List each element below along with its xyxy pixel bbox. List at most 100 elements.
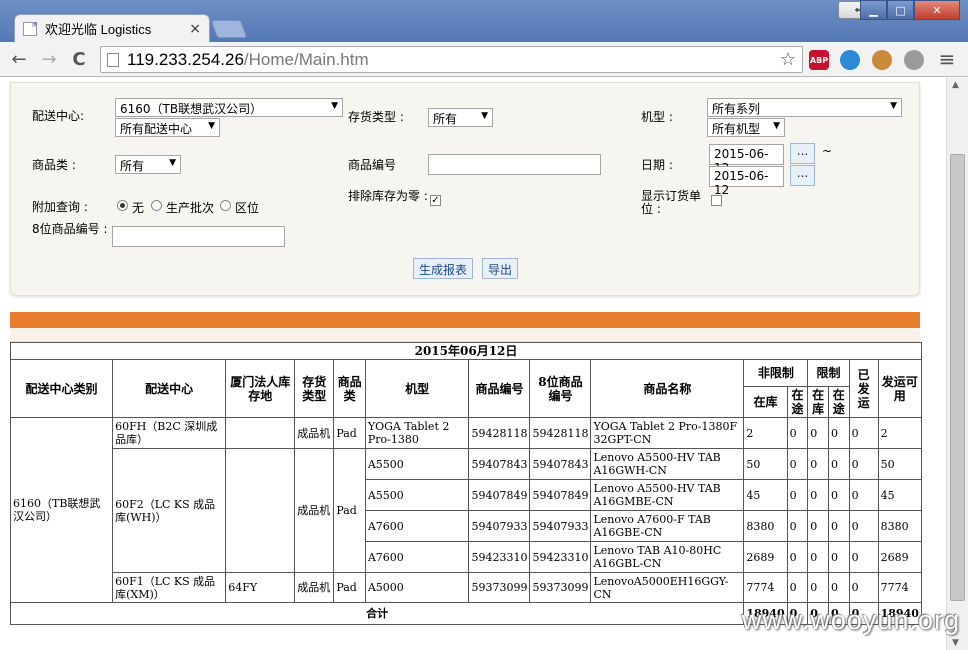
col-product-code: 商品编号	[468, 359, 531, 418]
col-available: 发运可用	[877, 359, 923, 418]
globe-icon[interactable]	[904, 50, 924, 70]
name-cell: Lenovo A5500-HV TAB A16GMBE-CN	[590, 479, 745, 511]
maximize-button[interactable]: □	[887, 0, 914, 20]
code-cell: 59407849	[468, 479, 531, 511]
radio-location-label: 区位	[235, 201, 260, 215]
date-from-picker-button[interactable]: ...	[790, 143, 815, 164]
u-stock-cell: 45	[743, 479, 788, 511]
name-cell: Lenovo A7600-F TAB A16GBE-CN	[590, 510, 745, 542]
cookie-icon[interactable]	[872, 50, 892, 70]
date-to-picker-button[interactable]: ...	[790, 165, 815, 186]
code-cell: 59423310	[468, 541, 531, 573]
extra-query-label: 附加查询 :	[32, 200, 88, 214]
shipped-cell: 0	[848, 479, 879, 511]
show-order-unit-checkbox[interactable]	[711, 195, 722, 206]
col-u-transit: 在途	[786, 386, 809, 418]
radio-none[interactable]	[117, 200, 128, 211]
bookmark-star-icon[interactable]: ☆	[780, 49, 796, 70]
page-icon	[23, 21, 37, 36]
radio-batch[interactable]	[151, 200, 162, 211]
code8-input[interactable]	[112, 226, 285, 247]
radio-none-label: 无	[132, 201, 145, 215]
dc-cell: 60F1（LC KS 成品库(XM)）	[112, 572, 227, 603]
reload-button[interactable]: C	[68, 48, 90, 70]
table-row: 60F1（LC KS 成品库(XM)） 64FY 成品机 Pad A5000 5…	[11, 572, 923, 603]
r-stock-cell: 0	[807, 448, 829, 480]
code8-cell: 59423310	[529, 541, 592, 573]
page-viewport: 配送中心: 6160（TB联想武汉公司） 所有配送中心 存货类型 : 所有 机型…	[0, 78, 946, 650]
back-button[interactable]: ←	[8, 48, 30, 70]
dc-label: 配送中心:	[32, 109, 85, 123]
code8-cell: 59428118	[529, 417, 592, 449]
u-stock-cell: 8380	[743, 510, 788, 542]
window-titlebar: 欢迎光临 Logistics × ⇔ ▁ □ ✕	[0, 0, 968, 42]
scrollbar-thumb[interactable]	[950, 154, 965, 601]
code8-label: 8位商品编号 :	[32, 222, 108, 236]
code-cell: 59407843	[468, 448, 531, 480]
export-button[interactable]: 导出	[482, 258, 519, 279]
scroll-up-icon[interactable]: ▲	[952, 80, 959, 90]
type-cell: 成品机	[294, 572, 335, 603]
code8-cell: 59407843	[529, 448, 592, 480]
r-stock-cell: 0	[807, 417, 829, 449]
new-tab-button[interactable]	[210, 20, 248, 38]
name-cell: Lenovo TAB A10-80HC A16GBL-CN	[590, 541, 745, 573]
dc-select[interactable]: 6160（TB联想武汉公司）	[115, 98, 343, 117]
name-cell: YOGA Tablet 2 Pro-1380F 32GPT-CN	[590, 417, 745, 449]
col-model: 机型	[364, 359, 470, 418]
report-subheader-bar	[10, 328, 920, 342]
category-select[interactable]: 所有	[115, 155, 181, 174]
stock-type-select[interactable]: 所有	[428, 108, 493, 127]
date-to-input[interactable]: 2015-06-12	[709, 166, 784, 197]
date-from-input[interactable]: 2015-06-12	[709, 144, 784, 175]
code-cell: 59407933	[468, 510, 531, 542]
product-code-input[interactable]	[428, 154, 601, 175]
filter-panel: 配送中心: 6160（TB联想武汉公司） 所有配送中心 存货类型 : 所有 机型…	[10, 82, 920, 296]
model-select[interactable]: 所有机型	[707, 118, 785, 137]
forward-button[interactable]: →	[38, 48, 60, 70]
code-cell: 59428118	[468, 417, 531, 449]
table-row: 60F2（LC KS 成品库(WH)） 成品机 Pad A5500 594078…	[11, 448, 923, 573]
code8-cell: 59373099	[529, 572, 592, 603]
dc-cell: 60FH（B2C 深圳成品库）	[112, 417, 227, 449]
available-cell: 2689	[877, 541, 923, 573]
inventory-report-table: 2015年06月12日 配送中心类别 配送中心 厦门法人库存地 存货类型 商品类…	[9, 342, 923, 625]
shipped-cell: 0	[848, 417, 879, 449]
r-transit-cell: 0	[827, 541, 850, 573]
scroll-down-icon[interactable]: ▼	[952, 638, 959, 648]
browser-tab[interactable]: 欢迎光临 Logistics ×	[14, 14, 210, 42]
available-cell: 50	[877, 448, 923, 480]
generate-report-button[interactable]: 生成报表	[413, 258, 474, 279]
adblock-icon[interactable]: ABP	[809, 50, 829, 70]
col-u-stock: 在库	[743, 386, 788, 418]
menu-icon[interactable]: ≡	[936, 47, 958, 71]
cat-cell: Pad	[333, 417, 366, 449]
model-cell: A5000	[364, 572, 470, 603]
u-transit-cell: 0	[786, 448, 809, 480]
minimize-button[interactable]: ▁	[860, 0, 887, 20]
shipped-cell: 0	[848, 510, 879, 542]
radio-location[interactable]	[220, 200, 231, 211]
dc-sub-select[interactable]: 所有配送中心	[115, 118, 220, 137]
table-row: 6160（TB联想武汉公司） 60FH（B2C 深圳成品库） 成品机 Pad Y…	[9, 417, 923, 603]
tab-close-icon[interactable]: ×	[189, 21, 201, 37]
dc-category-cell: 6160（TB联想武汉公司）	[9, 417, 114, 603]
series-select[interactable]: 所有系列	[707, 98, 902, 117]
r-transit-cell: 0	[827, 572, 850, 603]
col-category: 商品类	[333, 359, 366, 418]
shipped-cell: 0	[848, 541, 879, 573]
r-transit-cell: 0	[827, 479, 850, 511]
r-stock-cell: 0	[807, 572, 829, 603]
exclude-zero-checkbox[interactable]: ✓	[430, 195, 441, 206]
col-shipped: 已发运	[848, 359, 879, 418]
product-code-label: 商品编号	[348, 158, 397, 172]
address-bar[interactable]: 119.233.254.26/Home/Main.htm ☆	[100, 46, 803, 73]
extension-v-icon[interactable]	[840, 50, 860, 70]
close-window-button[interactable]: ✕	[914, 0, 960, 20]
dc-cell: 60F2（LC KS 成品库(WH)）	[112, 448, 227, 573]
r-transit-cell: 0	[827, 417, 850, 449]
name-cell: LenovoA5000EH16GGY-CN	[590, 572, 745, 603]
u-transit-cell: 0	[786, 572, 809, 603]
u-transit-cell: 0	[786, 541, 809, 573]
vertical-scrollbar[interactable]: ▲ ▼	[946, 78, 968, 650]
